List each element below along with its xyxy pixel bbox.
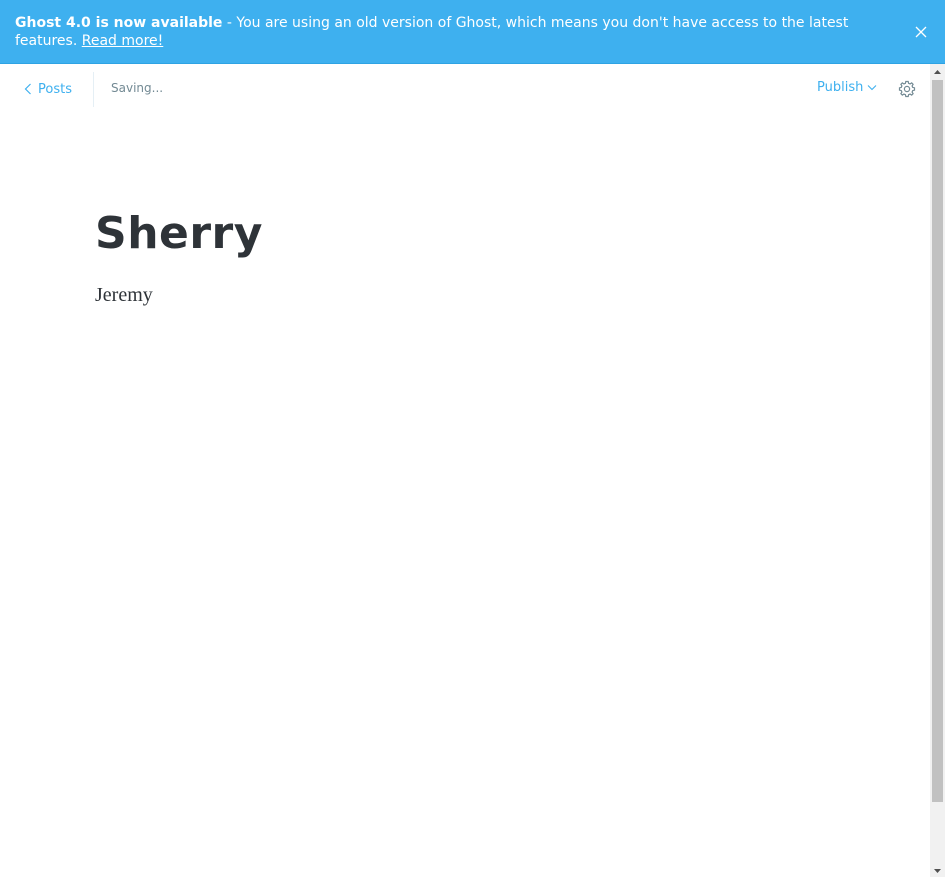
scrollbar-thumb[interactable] [932, 80, 943, 802]
banner-headline: Ghost 4.0 is now available [15, 15, 223, 31]
chevron-left-icon [24, 83, 31, 95]
chevron-down-icon [867, 85, 877, 91]
publish-label: Publish [817, 80, 864, 95]
vertical-scrollbar[interactable] [930, 64, 945, 877]
post-body-editor[interactable]: Jeremy [95, 282, 153, 308]
back-to-posts-link[interactable]: Posts [24, 80, 72, 98]
upgrade-banner: Ghost 4.0 is now available - You are usi… [0, 0, 945, 64]
gear-icon[interactable] [898, 80, 916, 98]
close-icon[interactable] [914, 24, 928, 38]
header-divider [93, 72, 94, 107]
editor-header: Posts Saving... Publish [0, 64, 930, 114]
post-title[interactable]: Sherry [95, 204, 263, 264]
read-more-link[interactable]: Read more! [82, 33, 164, 49]
back-label: Posts [38, 81, 72, 97]
scroll-up-arrow-icon[interactable] [930, 64, 945, 78]
scroll-down-arrow-icon[interactable] [930, 863, 945, 877]
save-status: Saving... [111, 81, 164, 95]
banner-text: Ghost 4.0 is now available - You are usi… [15, 14, 885, 50]
publish-button[interactable]: Publish [817, 80, 877, 95]
